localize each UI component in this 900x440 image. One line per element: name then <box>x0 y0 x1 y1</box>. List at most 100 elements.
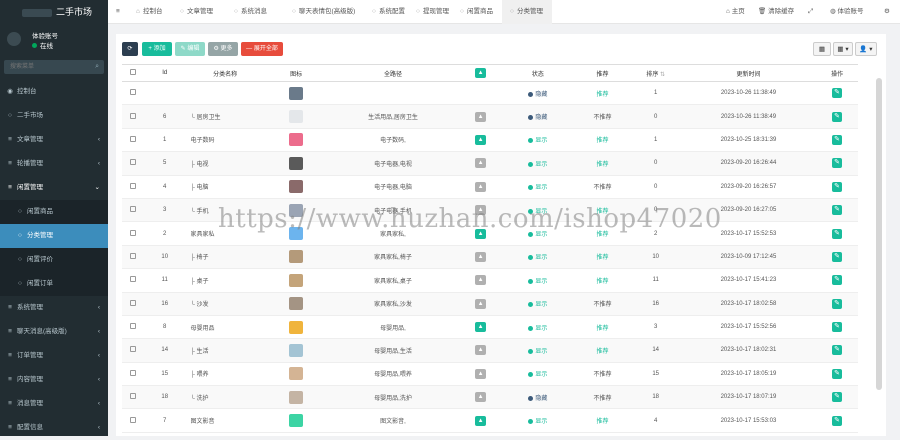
row-checkbox[interactable] <box>130 159 137 166</box>
status-label[interactable]: 显示 <box>535 279 547 285</box>
scrollbar[interactable] <box>876 78 882 390</box>
sidebar-item[interactable]: ≡ 消息管理 ‹ <box>0 392 108 416</box>
tree-toggle-icon[interactable]: ▲ <box>475 415 487 426</box>
recommend-label[interactable]: 推荐 <box>597 162 609 168</box>
expand-all-button[interactable]: — 展开全部 <box>241 42 283 56</box>
sidebar-item[interactable]: ≡ 订单管理 ‹ <box>0 344 108 368</box>
row-checkbox[interactable] <box>130 229 137 236</box>
edit-row-icon[interactable]: ✎ <box>832 298 843 309</box>
category-image-icon[interactable] <box>289 367 304 381</box>
recommend-label[interactable]: 推荐 <box>597 419 609 425</box>
sidebar-item[interactable]: ◉ 控制台 <box>0 80 108 104</box>
table-row[interactable]: 5 ├ 电视 电子电器,电视 ▲ 显示 推荐 0 2023-09-20 16:2… <box>122 151 858 176</box>
category-image-icon[interactable] <box>289 273 304 287</box>
settings-gear-icon[interactable]: ⚙ <box>884 0 890 24</box>
recommend-label[interactable]: 推荐 <box>597 255 609 261</box>
tab-item[interactable]: ⌂ 控制台 <box>128 0 172 24</box>
edit-row-icon[interactable]: ✎ <box>832 88 843 99</box>
table-row[interactable]: 6 └ 居房卫生 生活用品,居房卫生 ▲ 隐藏 不推荐 0 2023-10-26… <box>122 104 858 129</box>
tree-toggle-icon[interactable]: ▲ <box>475 298 487 309</box>
row-checkbox[interactable] <box>130 276 137 283</box>
account-menu[interactable]: ◍ 体验账号 <box>830 0 863 24</box>
table-row[interactable]: 10 ├ 椅子 家具家私,椅子 ▲ 显示 推荐 10 2023-10-09 17… <box>122 245 858 270</box>
category-image-icon[interactable] <box>289 320 304 334</box>
sidebar-item[interactable]: ≡ 配置信息 ‹ <box>0 416 108 440</box>
table-row[interactable]: 7 图文影音 图文影音, ▲ 显示 推荐 4 2023-10-17 15:53:… <box>122 408 858 433</box>
search-icon[interactable]: ⌕ <box>95 63 99 71</box>
tree-toggle-icon[interactable]: ▲ <box>475 322 487 333</box>
export-dropdown[interactable]: 👤 ▾ <box>855 42 877 56</box>
row-checkbox[interactable] <box>130 346 137 353</box>
category-image-icon[interactable] <box>289 414 304 428</box>
sidebar-item[interactable]: ○ 闲置商品 <box>0 200 108 224</box>
category-image-icon[interactable] <box>289 343 304 357</box>
edit-row-icon[interactable]: ✎ <box>832 158 843 169</box>
search-input[interactable] <box>4 60 84 74</box>
sidebar-item[interactable]: ○ 分类管理 <box>0 224 108 248</box>
status-label[interactable]: 显示 <box>535 185 547 191</box>
column-header[interactable]: ▲ <box>459 64 502 82</box>
tree-toggle-icon[interactable]: ▲ <box>475 392 487 403</box>
tab-item[interactable]: ○ 分类管理 <box>502 0 552 24</box>
table-row[interactable]: 11 ├ 桌子 家具家私,桌子 ▲ 显示 推荐 11 2023-10-17 15… <box>122 268 858 293</box>
fullscreen-icon[interactable]: ⤢ <box>808 0 813 24</box>
tab-item[interactable]: ○ 文章管理 <box>172 0 226 24</box>
category-image-icon[interactable] <box>289 156 304 170</box>
menu-toggle-icon[interactable]: ≡ <box>116 0 120 24</box>
tree-toggle-icon[interactable]: ▲ <box>475 134 487 145</box>
table-row[interactable]: 1 电子数码 电子数码, ▲ 显示 推荐 1 2023-10-25 18:31:… <box>122 128 858 153</box>
edit-row-icon[interactable]: ✎ <box>832 275 843 286</box>
row-checkbox[interactable] <box>130 182 137 189</box>
row-checkbox[interactable] <box>130 135 137 142</box>
edit-row-icon[interactable]: ✎ <box>832 134 843 145</box>
sidebar-item[interactable]: ≡ 文章管理 ‹ <box>0 128 108 152</box>
row-checkbox[interactable] <box>130 369 137 376</box>
column-header[interactable]: 排序 ⇅ <box>630 64 681 82</box>
edit-button[interactable]: ✎ 编辑 <box>175 42 205 56</box>
clear-cache-button[interactable]: 🗑 清除缓存 <box>758 0 794 24</box>
recommend-label[interactable]: 推荐 <box>597 138 609 144</box>
tree-toggle-icon[interactable]: ▲ <box>475 368 487 379</box>
row-checkbox[interactable] <box>130 206 137 213</box>
category-image-icon[interactable] <box>289 390 304 404</box>
tab-item[interactable]: ○ 系统配置 <box>364 0 408 24</box>
more-button[interactable]: ⚙ 更多 <box>208 42 238 56</box>
table-row[interactable]: 隐藏 推荐 1 2023-10-26 11:38:49 ✎ <box>122 81 858 106</box>
table-row[interactable]: 15 ├ 喂养 母婴用品,喂养 ▲ 显示 不推荐 15 2023-10-17 1… <box>122 362 858 387</box>
category-image-icon[interactable] <box>289 250 304 264</box>
recommend-label[interactable]: 推荐 <box>597 349 609 355</box>
sidebar-item[interactable]: ○ 闲置订单 <box>0 272 108 296</box>
status-label[interactable]: 显示 <box>535 138 547 144</box>
edit-row-icon[interactable]: ✎ <box>832 111 843 122</box>
row-checkbox[interactable] <box>130 416 137 423</box>
tree-toggle-icon[interactable]: ▲ <box>475 111 487 122</box>
recommend-label[interactable]: 不推荐 <box>594 302 612 308</box>
tree-toggle-icon[interactable]: ▲ <box>475 181 487 192</box>
row-checkbox[interactable] <box>130 299 137 306</box>
category-image-icon[interactable] <box>289 133 304 147</box>
sidebar-item[interactable]: ≡ 闲置管理 ⌄ <box>0 176 108 200</box>
edit-row-icon[interactable]: ✎ <box>832 322 843 333</box>
table-row[interactable]: 18 └ 洗护 母婴用品,洗护 ▲ 隐藏 不推荐 18 2023-10-17 1… <box>122 385 858 410</box>
recommend-label[interactable]: 不推荐 <box>594 396 612 402</box>
sidebar-item[interactable]: ○ 闲置评价 <box>0 248 108 272</box>
tab-item[interactable]: ○ 系统消息 <box>226 0 284 24</box>
sidebar-item[interactable]: ○ 二手市场 <box>0 104 108 128</box>
tree-toggle-icon[interactable]: ▲ <box>475 275 487 286</box>
home-link[interactable]: ⌂ 主页 <box>726 0 745 24</box>
table-row[interactable]: 8 母婴用品 母婴用品, ▲ 显示 推荐 3 2023-10-17 15:52:… <box>122 315 858 340</box>
status-label[interactable]: 隐藏 <box>535 92 547 98</box>
category-image-icon[interactable] <box>289 86 304 100</box>
status-label[interactable]: 显示 <box>535 162 547 168</box>
recommend-label[interactable]: 不推荐 <box>594 372 612 378</box>
edit-row-icon[interactable]: ✎ <box>832 205 843 216</box>
row-checkbox[interactable] <box>130 89 137 96</box>
category-image-icon[interactable] <box>289 297 304 311</box>
avatar[interactable] <box>7 32 21 46</box>
edit-row-icon[interactable]: ✎ <box>832 368 843 379</box>
sidebar-item[interactable]: ≡ 内容管理 ‹ <box>0 368 108 392</box>
add-button[interactable]: + 添加 <box>142 42 172 56</box>
status-label[interactable]: 显示 <box>535 302 547 308</box>
status-label[interactable]: 显示 <box>535 372 547 378</box>
sidebar-item[interactable]: ≡ 聊天消息(高级版) ‹ <box>0 320 108 344</box>
